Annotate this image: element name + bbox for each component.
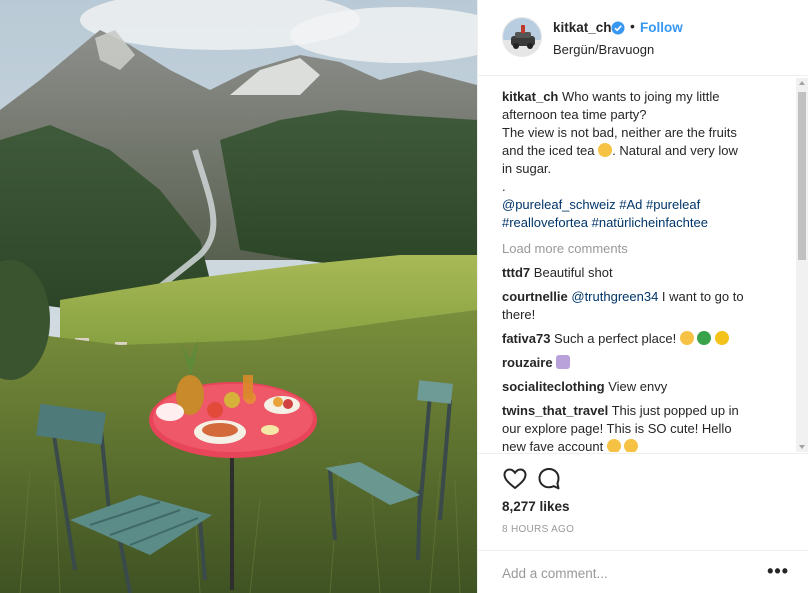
comment-username[interactable]: socialiteclothing [502, 379, 605, 394]
comment-text: Such a perfect place! [554, 331, 677, 346]
caption-line: . [502, 179, 506, 194]
likes-count[interactable]: 8,277 likes [502, 499, 570, 514]
caption-hashtags[interactable]: #realloveforteа #natürlicheinfachtee [502, 214, 794, 232]
photo-illustration [0, 0, 477, 593]
header-separator: • [630, 18, 635, 34]
comments-list[interactable]: kitkat_ch Who wants to joing my little a… [502, 88, 794, 452]
avatar-image [503, 18, 541, 56]
verified-badge-icon [611, 21, 625, 35]
caption: kitkat_ch Who wants to joing my little a… [502, 88, 794, 232]
more-options-icon[interactable]: ••• [767, 561, 789, 582]
comment: courtnellie @truthgreen34 I want to go t… [502, 288, 794, 324]
heart-eyes-emoji-icon [606, 439, 621, 452]
comment-mention[interactable]: @truthgreen34 [571, 289, 658, 304]
comment-text: This just popped up in [611, 403, 739, 418]
comment-text: there! [502, 307, 536, 322]
location-link[interactable]: Bergün/Bravuogn [553, 42, 654, 57]
comment-text: our explore page! This is SO cute! Hello [502, 421, 732, 436]
caption-line: afternoon tea time party? [502, 107, 647, 122]
comment-username[interactable]: courtnellie [502, 289, 568, 304]
comment: rouzaire [502, 354, 794, 372]
post-timestamp[interactable]: 8 HOURS AGO [502, 524, 574, 535]
caption-line: . Natural and very low [612, 143, 738, 158]
add-comment-bar: ••• [478, 550, 808, 593]
wink-tongue-emoji-icon [598, 143, 613, 157]
person-raising-hand-emoji-icon [556, 355, 571, 369]
scrollbar-thumb[interactable] [798, 92, 806, 260]
sun-emoji-icon [715, 331, 730, 345]
post-details-panel: kitkat_ch • Follow Bergün/Bravuogn kitka… [477, 0, 808, 593]
caption-line: and the iced tea [502, 143, 595, 158]
username[interactable]: kitkat_ch [553, 20, 612, 35]
comment: socialiteclothing View envy [502, 378, 794, 396]
comment-text: Beautiful shot [533, 265, 613, 280]
comment-icon[interactable] [536, 466, 562, 492]
caption-username[interactable]: kitkat_ch [502, 89, 558, 104]
instagram-post: kitkat_ch • Follow Bergün/Bravuogn kitka… [0, 0, 808, 593]
post-header: kitkat_ch • Follow Bergün/Bravuogn [478, 0, 808, 76]
post-photo[interactable] [0, 0, 477, 593]
comment: twins_that_travel This just popped up in… [502, 402, 794, 452]
heart-eyes-emoji-icon [624, 439, 639, 452]
comments-scrollbar[interactable] [796, 78, 808, 452]
smile-emoji-icon [679, 331, 694, 345]
post-actions: 8,277 likes 8 HOURS AGO ••• [478, 453, 808, 593]
caption-line: in sugar. [502, 161, 552, 176]
comment-username[interactable]: fativa73 [502, 331, 550, 346]
comment-text: new fave account [502, 439, 604, 452]
comment-username[interactable]: twins_that_travel [502, 403, 608, 418]
four-leaf-clover-emoji-icon [697, 331, 712, 345]
add-comment-input[interactable] [502, 563, 752, 583]
heart-icon[interactable] [502, 466, 528, 492]
caption-hashtags[interactable]: @pureleaf_schweiz #Ad #pureleaf [502, 196, 794, 214]
scroll-down-arrow-icon[interactable] [799, 445, 805, 449]
comment-username[interactable]: rouzaire [502, 355, 553, 370]
comment-text: View envy [608, 379, 668, 394]
load-more-comments-button[interactable]: Load more comments [502, 240, 794, 258]
caption-line: The view is not bad, neither are the fru… [502, 125, 737, 140]
comment-text: I want to go to [661, 289, 744, 304]
comment: tttd7 Beautiful shot [502, 264, 794, 282]
comment: fativa73 Such a perfect place! [502, 330, 794, 348]
avatar[interactable] [502, 17, 542, 57]
follow-button[interactable]: Follow [640, 20, 683, 35]
caption-line: Who wants to joing my little [562, 89, 720, 104]
comment-username[interactable]: tttd7 [502, 265, 530, 280]
scroll-up-arrow-icon[interactable] [799, 81, 805, 85]
